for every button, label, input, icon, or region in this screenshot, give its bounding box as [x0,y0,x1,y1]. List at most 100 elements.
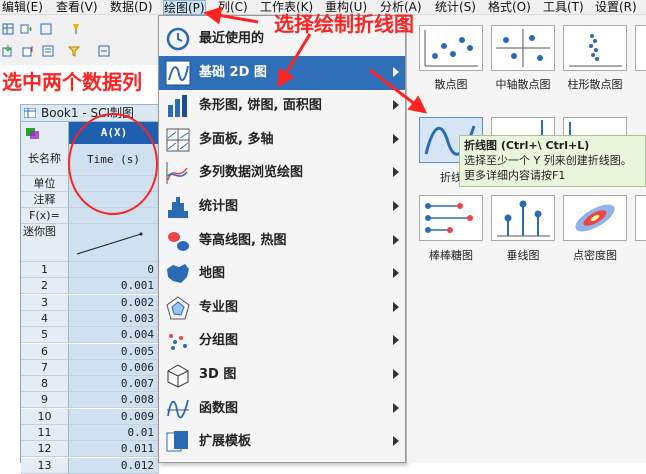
column-scatter-label: 柱形散点图 [567,78,623,91]
submenu-arrow-icon [393,369,399,379]
sort-icon[interactable] [42,45,54,57]
row-number[interactable]: 5 [21,327,69,344]
lollipop-icon [425,203,473,233]
plot-menu-item-label: 基础 2D 图 [199,64,267,80]
plot-menu-item-label: 3D 图 [199,367,237,382]
tooltip-line-1: 选择至少一个 Y 列来创建折线图。 [464,154,632,167]
menu-column[interactable]: 列(C) [218,0,248,15]
table-cell[interactable]: 0.011 [69,441,159,458]
add-column-icon[interactable] [20,23,32,35]
annotation-ellipse [68,113,158,215]
row-label-units: 单位 [21,176,69,192]
row-number[interactable]: 11 [21,425,69,441]
annotation-select-plot: 选择绘制折线图 [274,12,414,36]
menu-data[interactable]: 数据(D) [110,0,153,15]
table-cell[interactable]: 0.01 [69,425,159,441]
scatter-thumb[interactable] [419,25,483,71]
plot-menu-item-label: 多面板, 多轴 [199,131,274,147]
export-icon[interactable] [22,45,34,57]
row-number[interactable]: 9 [21,392,69,409]
row-number[interactable]: 8 [21,376,69,393]
drop-line-thumb[interactable] [491,195,555,241]
table-cell[interactable]: 0 [69,262,159,278]
plot-menu-item-label: 分组图 [199,333,239,349]
submenu-arrow-icon [393,133,399,144]
gallery-overflow-thumb-2[interactable] [635,195,646,241]
plot-menu-item-3[interactable]: 多面板, 多轴 [159,123,405,157]
plot-menu-item-7[interactable]: 地图 [159,257,405,291]
plot-menu-item-6[interactable]: 等高线图, 热图 [159,224,405,258]
row-label-comments: 注释 [21,192,69,208]
annotation-select-columns: 选中两个数据列 [2,70,142,94]
map-icon [167,264,189,284]
plot-menu-item-2[interactable]: 条形图, 饼图, 面积图 [159,89,405,123]
toolbar [0,15,160,65]
menu-format[interactable]: 格式(O) [488,0,531,15]
submenu-arrow-icon [393,335,399,346]
plot-menu-item-4[interactable]: 多列数据浏览绘图 [159,156,405,190]
plot-menu-item-12[interactable]: 扩展模板 [159,425,405,459]
basic-2d-gallery: 散点图 中轴散点图 柱形散点图 折线 棒棒糖图 垂线图 点密度图 [406,15,646,463]
table-cell[interactable]: 0.002 [69,294,159,311]
plot-menu-item-label: 统计图 [199,199,239,214]
center-axis-scatter-thumb[interactable] [491,25,555,71]
menu-view[interactable]: 查看(V) [56,0,98,15]
column-scatter-thumb[interactable] [563,25,627,71]
plot-menu-item-10[interactable]: 3D 图 [159,358,405,392]
scatter-icon [424,30,478,67]
filter-icon[interactable] [68,45,80,57]
row-number[interactable]: 6 [21,343,69,360]
row-number[interactable]: 7 [21,359,69,376]
contour-icon [166,228,190,253]
submenu-arrow-icon [393,234,399,245]
center-axis-scatter-label: 中轴散点图 [495,78,551,91]
plot-menu-dropdown: 最近使用的 基础 2D 图条形图, 饼图, 面积图 多面板, 多轴 多列数据浏览绘图统… [158,15,406,463]
submenu-arrow-icon [393,301,399,312]
import-icon[interactable] [2,45,14,57]
row-number[interactable]: 12 [21,441,69,458]
function-icon [167,399,189,418]
lollipop-thumb[interactable] [419,195,483,241]
row-number[interactable]: 13 [21,457,69,474]
plot-menu-item-8[interactable]: 专业图 [159,291,405,325]
row-number[interactable]: 4 [21,310,69,327]
table-icon[interactable] [2,23,14,35]
table-cell[interactable]: 0.006 [69,359,159,376]
plot-menu-item-label: 函数图 [199,400,239,416]
table-cell[interactable]: 0.007 [69,376,159,393]
table-cell[interactable]: 0.005 [69,343,159,360]
grid-icon[interactable] [40,23,52,35]
table-cell[interactable]: 0.012 [69,457,159,474]
table-cell[interactable]: 0.009 [69,408,159,425]
plot-menu-item-label: 多列数据浏览绘图 [199,165,304,181]
menu-statistics[interactable]: 统计(S) [435,0,476,15]
pin-icon[interactable] [70,23,82,35]
plot-menu-item-5[interactable]: 统计图 [159,190,405,224]
plot-menu-item-label: 地图 [199,266,226,282]
density-dot-thumb[interactable] [563,195,627,241]
row-number[interactable]: 1 [21,262,69,278]
drop-line-label: 垂线图 [506,249,540,262]
corner-cell[interactable] [21,122,69,144]
plot-menu-item-label: 等高线图, 热图 [199,232,287,248]
menu-settings[interactable]: 设置(R) [595,0,637,15]
plot-menu-item-11[interactable]: 函数图 [159,392,405,426]
menu-edit[interactable]: 编辑(E) [2,0,43,15]
menu-tools[interactable]: 工具(T) [543,0,584,15]
corner-flag-icon [26,128,39,139]
table-cell[interactable]: 0.004 [69,327,159,344]
plot-menu-item-1[interactable]: 基础 2D 图 [159,55,405,90]
gallery-overflow-thumb[interactable] [635,25,646,71]
table-cell[interactable]: 0.001 [69,278,159,295]
tooltip-title: 折线图 (Ctrl+\ Ctrl+L) [464,139,590,152]
row-number[interactable]: 3 [21,294,69,311]
plot-menu-item-9[interactable]: 分组图 [159,324,405,358]
table-cell[interactable]: 0.003 [69,310,159,327]
worksheet-grid: A(X) 长名称 Time (s) 单位 注释 F(x)= 迷你图 1 0 2 0.0… [20,113,160,474]
row-number[interactable]: 10 [21,408,69,425]
menu-plot[interactable]: 绘图(P) [163,0,206,15]
row-number[interactable]: 2 [21,278,69,295]
row-label-long-name: 长名称 [21,144,69,176]
settings-icon[interactable] [98,45,110,57]
table-cell[interactable]: 0.008 [69,392,159,409]
